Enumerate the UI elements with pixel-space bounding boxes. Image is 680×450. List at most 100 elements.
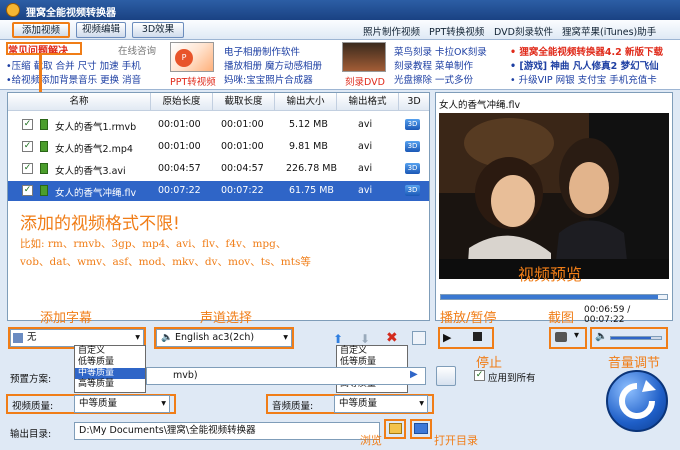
camera-icon[interactable] bbox=[555, 332, 567, 342]
title-bar: 狸窝全能视频转换器 bbox=[0, 0, 680, 20]
row-checkbox[interactable]: ✓ bbox=[22, 119, 33, 130]
apply-all-checkbox[interactable]: ✓ bbox=[474, 370, 485, 381]
preset-settings-button[interactable] bbox=[436, 366, 456, 386]
col-output-size-header[interactable]: 输出大小 bbox=[275, 93, 337, 111]
output-path-field[interactable]: D:\My Documents\狸窝\全能视频转换器 bbox=[74, 422, 380, 440]
list-settings-icon[interactable] bbox=[412, 331, 426, 345]
ppt-thumb-icon[interactable]: P bbox=[170, 42, 214, 72]
formats-annotation-line2: vob、dat、wmv、asf、mod、mkv、dv、mov、ts、mts等 bbox=[20, 256, 311, 268]
dropdown-option[interactable]: 高等质量 bbox=[75, 379, 145, 390]
preset-label: 预置方案: bbox=[10, 374, 52, 385]
output-path-value: D:\My Documents\狸窝\全能视频转换器 bbox=[79, 425, 256, 436]
screenshot-annotation: 截图 bbox=[548, 311, 575, 326]
promo-strip: 常见问题解决 在线咨询 •压缩 截取 合并 尺寸 加速 手机 •给视频添加背景音… bbox=[0, 40, 680, 90]
col-3d-header[interactable]: 3D bbox=[399, 93, 429, 111]
col-name-header[interactable]: 名称 bbox=[8, 93, 151, 111]
play-button[interactable]: ▶ bbox=[443, 331, 451, 344]
video-quality-label: 视频质量: bbox=[12, 401, 54, 412]
row-checkbox[interactable]: ✓ bbox=[22, 141, 33, 152]
file-list[interactable]: 名称 原始长度 截取长度 输出大小 输出格式 3D ✓ 女人的香气1.rmvb … bbox=[7, 92, 430, 321]
promo-link-disc-erase[interactable]: 光盘擦除 一式多份 bbox=[394, 72, 473, 86]
table-row[interactable]: ✓ 女人的香气2.mp4 00:01:00 00:01:00 9.81 MB a… bbox=[8, 137, 429, 157]
col-output-format-header[interactable]: 输出格式 bbox=[337, 93, 399, 111]
ppt-label[interactable]: PPT转视频 bbox=[170, 74, 216, 88]
table-row-selected[interactable]: ✓ 女人的香气冲绳.flv 00:07:22 00:07:22 61.75 MB… bbox=[8, 181, 429, 201]
row-size: 9.81 MB bbox=[289, 141, 328, 152]
row-orig-length: 00:01:00 bbox=[158, 119, 201, 130]
file-icon bbox=[40, 185, 48, 196]
play-pause-annotation: 播放/暂停 bbox=[440, 311, 497, 326]
row-cut-length: 00:01:00 bbox=[221, 141, 264, 152]
folder-icon[interactable] bbox=[389, 423, 402, 434]
video-frame[interactable] bbox=[439, 113, 669, 279]
seek-bar[interactable] bbox=[440, 294, 668, 300]
row-format: avi bbox=[358, 141, 373, 152]
promo-link-games[interactable]: • [游戏] 神曲 凡人修真2 梦幻飞仙 bbox=[510, 58, 659, 72]
promo-link-new-version[interactable]: • 狸窝全能视频转换器4.2 新版下载 bbox=[510, 44, 663, 58]
dropdown-option[interactable]: 低等质量 bbox=[75, 357, 145, 368]
link-dvd-burn[interactable]: DVD刻录软件 bbox=[494, 24, 553, 38]
volume-slider[interactable] bbox=[610, 336, 662, 340]
chevron-down-icon[interactable]: ▾ bbox=[574, 330, 579, 341]
dropdown-option[interactable]: 自定义 bbox=[75, 346, 145, 357]
audio-quality-select[interactable]: 中等质量 ▾ bbox=[334, 395, 428, 413]
faq-line-1[interactable]: •压缩 截取 合并 尺寸 加速 手机 bbox=[6, 58, 141, 72]
row-orig-length: 00:04:57 bbox=[158, 163, 201, 174]
row-3d-button[interactable]: 3D bbox=[405, 141, 420, 152]
row-3d-button[interactable]: 3D bbox=[405, 119, 420, 130]
col-orig-length-header[interactable]: 原始长度 bbox=[151, 93, 213, 111]
row-format: avi bbox=[358, 163, 373, 174]
promo-link-magic-album[interactable]: 播放相册 魔方动感相册 bbox=[224, 58, 322, 72]
arrow-right-icon: ▶ bbox=[410, 369, 418, 380]
tab-video-edit[interactable]: 视频编辑 bbox=[76, 22, 126, 38]
move-down-icon[interactable]: ⬇ bbox=[360, 332, 370, 346]
preset-value: mvb) bbox=[173, 370, 198, 381]
online-consult-link[interactable]: 在线咨询 bbox=[118, 43, 156, 57]
row-3d-button[interactable]: 3D bbox=[405, 185, 420, 196]
row-name: 女人的香气2.mp4 bbox=[55, 144, 133, 155]
row-checkbox[interactable]: ✓ bbox=[22, 185, 33, 196]
row-size: 226.78 MB bbox=[286, 163, 337, 174]
dvd-label[interactable]: 刻录DVD bbox=[345, 74, 385, 88]
table-row[interactable]: ✓ 女人的香气3.avi 00:04:57 00:04:57 226.78 MB… bbox=[8, 159, 429, 179]
row-orig-length: 00:01:00 bbox=[158, 141, 201, 152]
row-checkbox[interactable]: ✓ bbox=[22, 163, 33, 174]
video-frame-image bbox=[439, 113, 669, 279]
preset-select[interactable]: mvb) bbox=[146, 367, 426, 385]
app-logo-icon bbox=[6, 3, 20, 17]
tab-add-video[interactable]: 添加视频 bbox=[12, 22, 70, 38]
stop-button[interactable] bbox=[473, 332, 482, 341]
time-readout: 00:06:59 / 00:07:22 bbox=[584, 305, 631, 325]
file-icon bbox=[40, 141, 48, 152]
open-folder-icon[interactable] bbox=[414, 423, 428, 434]
link-itunes-helper[interactable]: 狸窝苹果(iTunes)助手 bbox=[562, 24, 656, 38]
link-ppt-video[interactable]: PPT转换视频 bbox=[429, 24, 484, 38]
preview-panel: 女人的香气冲绳.flv 视频预览 00:06:59 / 00:07:22 bbox=[435, 92, 673, 325]
file-icon bbox=[40, 163, 48, 174]
table-row[interactable]: ✓ 女人的香气1.rmvb 00:01:00 00:01:00 5.12 MB … bbox=[8, 115, 429, 135]
faq-line-2[interactable]: •给视频添加背景音乐 更换 消音 bbox=[6, 72, 141, 86]
promo-link-burn[interactable]: 菜鸟刻录 卡拉OK刻录 bbox=[394, 44, 487, 58]
promo-link-vip[interactable]: • 升级VIP 网银 支付宝 手机充值卡 bbox=[510, 72, 657, 86]
open-dir-annotation: 打开目录 bbox=[434, 434, 478, 447]
row-size: 61.75 MB bbox=[289, 185, 334, 196]
promo-link-burn-tutorial[interactable]: 刻录教程 菜单制作 bbox=[394, 58, 473, 72]
dvd-thumb-icon[interactable] bbox=[342, 42, 386, 72]
video-quality-select[interactable]: 中等质量 ▾ bbox=[74, 395, 170, 413]
delete-icon[interactable]: ✖ bbox=[386, 330, 398, 346]
row-3d-button[interactable]: 3D bbox=[405, 163, 420, 174]
dropdown-option-selected[interactable]: 中等质量 bbox=[75, 368, 145, 379]
move-up-icon[interactable]: ⬆ bbox=[333, 332, 343, 346]
video-quality-dropdown-list[interactable]: 自定义 低等质量 中等质量 高等质量 bbox=[74, 345, 146, 393]
promo-link-baby-photo[interactable]: 妈咪:宝宝照片合成器 bbox=[224, 72, 313, 86]
promo-link-album[interactable]: 电子相册制作软件 bbox=[224, 44, 300, 58]
link-photo-video[interactable]: 照片制作视频 bbox=[363, 24, 420, 38]
apply-all-label: 应用到所有 bbox=[488, 373, 536, 384]
tab-3d-effect[interactable]: 3D效果 bbox=[132, 22, 184, 38]
convert-button[interactable] bbox=[606, 370, 668, 432]
col-cut-length-header[interactable]: 截取长度 bbox=[213, 93, 275, 111]
preview-annotation: 视频预览 bbox=[518, 265, 583, 284]
dropdown-option[interactable]: 自定义 bbox=[337, 346, 407, 357]
row-orig-length: 00:07:22 bbox=[158, 185, 201, 196]
row-name: 女人的香气3.avi bbox=[55, 166, 126, 177]
